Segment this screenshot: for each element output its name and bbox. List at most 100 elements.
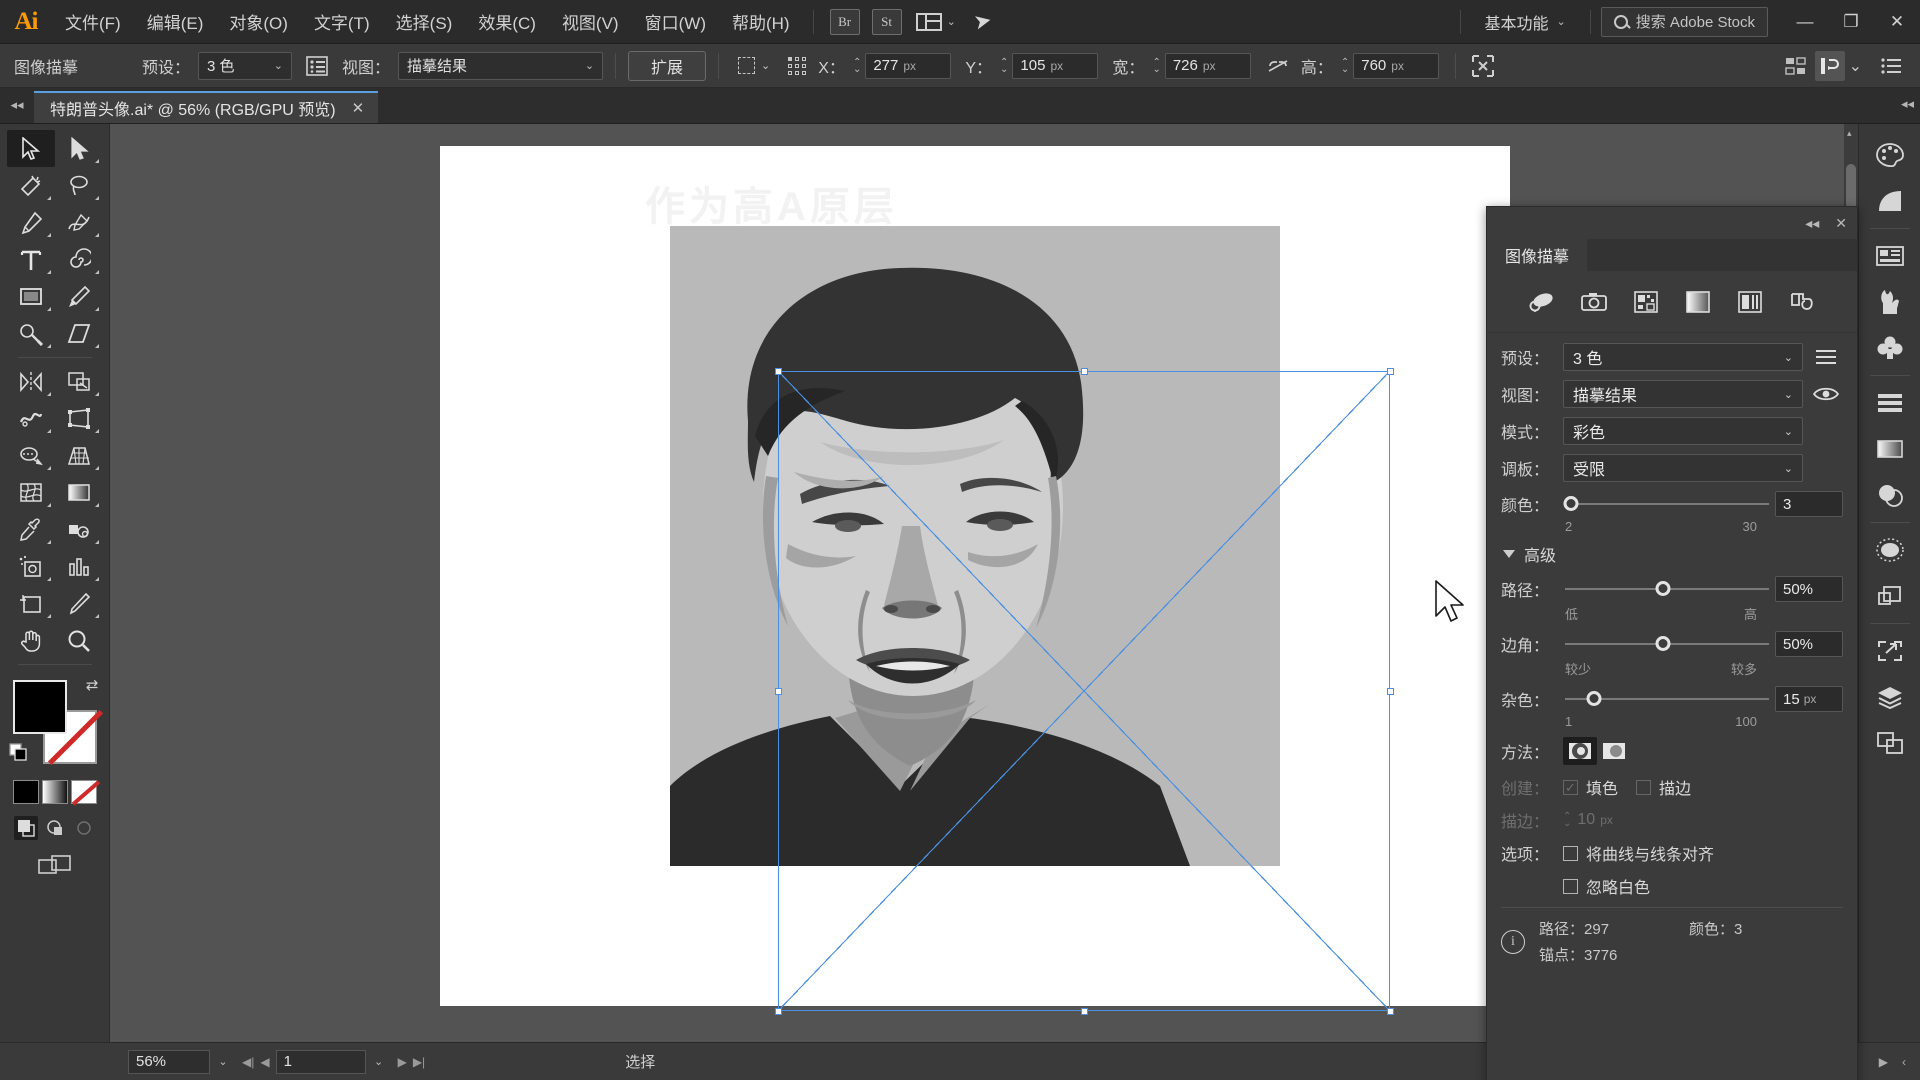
selection-handle[interactable]	[775, 368, 782, 375]
window-restore-button[interactable]: ❐	[1828, 0, 1874, 44]
status-next-icon[interactable]: ▶	[1879, 1055, 1888, 1069]
width-tool[interactable]	[7, 400, 55, 437]
search-adobe-stock[interactable]: 搜索 Adobe Stock	[1600, 6, 1768, 37]
export-panel-icon[interactable]	[1867, 628, 1913, 674]
paintbrush-tool[interactable]	[55, 278, 103, 315]
colors-slider-track[interactable]	[1563, 496, 1769, 511]
shaper-tool[interactable]	[7, 315, 55, 352]
zoom-dropdown-icon[interactable]: ⌄	[210, 1055, 236, 1068]
selection-handle[interactable]	[1387, 1008, 1394, 1015]
none-button[interactable]	[70, 780, 97, 804]
x-position-field[interactable]: X： ⌃ ⌄ 277 px	[818, 52, 952, 79]
link-proportions-icon[interactable]	[1263, 51, 1293, 81]
page-dropdown-icon[interactable]: ⌄	[366, 1055, 392, 1068]
symbols-panel-icon[interactable]	[1867, 325, 1913, 371]
control-view-select[interactable]: 描摹结果 ⌄	[398, 51, 604, 80]
auto-color-icon[interactable]	[1525, 287, 1559, 317]
grayscale-icon[interactable]	[1681, 287, 1715, 317]
panel-collapse-icon[interactable]: ◂◂	[0, 87, 34, 123]
blend-tool[interactable]	[55, 511, 103, 548]
stroke-stepper[interactable]: ⌃ ⌄	[1563, 812, 1571, 829]
zoom-tool[interactable]	[55, 622, 103, 659]
mesh-tool[interactable]	[7, 474, 55, 511]
gradient-panel-icon[interactable]	[1867, 426, 1913, 472]
outline-icon[interactable]	[1785, 287, 1819, 317]
selection-handle[interactable]	[775, 688, 782, 695]
draw-normal-icon[interactable]	[13, 816, 38, 840]
width-stepper[interactable]: ⌃ ⌄	[1152, 57, 1160, 74]
page-nav-first[interactable]: ◀|	[242, 1055, 254, 1069]
workspace-switcher[interactable]: 基本功能 ⌄	[1471, 7, 1580, 37]
create-stroke-checkbox[interactable]	[1636, 779, 1652, 795]
low-color-icon[interactable]	[1629, 287, 1663, 317]
arrange-object-icon[interactable]	[1814, 50, 1845, 81]
reflect-tool[interactable]	[7, 363, 55, 400]
y-input[interactable]: 105 px	[1012, 52, 1099, 79]
type-tool[interactable]	[7, 241, 55, 278]
artboard-tool[interactable]	[7, 585, 55, 622]
page-nav-last[interactable]: ▶|	[413, 1055, 425, 1069]
menu-file[interactable]: 文件(F)	[52, 0, 134, 44]
transparency-panel-icon[interactable]	[1867, 472, 1913, 518]
panel-collapse-icon[interactable]: ◂◂	[1805, 215, 1819, 232]
chevron-down-icon[interactable]: ⌄	[1849, 56, 1862, 76]
preset-menu-icon[interactable]	[1809, 349, 1843, 365]
transform-collapse-icon[interactable]	[1468, 51, 1498, 81]
y-position-field[interactable]: Y： ⌃ ⌄ 105 px	[965, 52, 1099, 79]
home-rocket-icon[interactable]: ➤	[971, 7, 994, 35]
paths-value-input[interactable]: 50%	[1775, 576, 1843, 602]
height-field[interactable]: 高： ⌃ ⌄ 760 px	[1301, 52, 1440, 79]
selection-tool[interactable]	[6, 130, 55, 167]
draw-behind-icon[interactable]	[43, 816, 67, 840]
artboards-panel-icon[interactable]	[1867, 720, 1913, 766]
corners-slider-track[interactable]	[1565, 636, 1769, 651]
paths-slider-track[interactable]	[1565, 581, 1769, 596]
tab-image-trace[interactable]: 图像描摹	[1487, 239, 1588, 271]
advanced-section-header[interactable]: 高级	[1503, 542, 1843, 566]
direct-selection-tool[interactable]	[55, 130, 103, 167]
arrange-documents-button[interactable]: ⌄	[908, 7, 964, 37]
menu-help[interactable]: 帮助(H)	[719, 0, 803, 44]
rectangle-tool[interactable]	[7, 278, 55, 315]
appearance-panel-icon[interactable]	[1867, 527, 1913, 573]
selection-handle[interactable]	[1387, 688, 1394, 695]
lasso-tool[interactable]	[55, 167, 103, 204]
x-input[interactable]: 277 px	[865, 52, 952, 79]
paths-slider-knob[interactable]	[1655, 581, 1671, 596]
corners-value-input[interactable]: 50%	[1775, 631, 1843, 657]
perspective-grid-tool[interactable]	[55, 437, 103, 474]
menu-window[interactable]: 窗口(W)	[632, 0, 719, 44]
selection-handle[interactable]	[775, 1008, 782, 1015]
colors-slider-knob[interactable]	[1563, 496, 1579, 511]
view-select[interactable]: 描摹结果 ⌄	[1563, 380, 1803, 408]
selection-handle[interactable]	[1387, 368, 1394, 375]
zoom-level-input[interactable]: 56%	[128, 1049, 210, 1074]
page-nav-next[interactable]: ▶	[398, 1055, 407, 1069]
properties-panel-icon[interactable]	[1867, 233, 1913, 279]
selection-handle[interactable]	[1081, 1008, 1088, 1015]
colors-value-input[interactable]: 3	[1775, 491, 1843, 517]
menu-object[interactable]: 对象(O)	[216, 0, 301, 44]
noise-slider-track[interactable]	[1565, 691, 1769, 706]
close-icon[interactable]: ✕	[352, 99, 365, 117]
document-settings-icon[interactable]	[1876, 51, 1906, 81]
symbol-sprayer-tool[interactable]	[7, 548, 55, 585]
noise-value-input[interactable]: 15 px	[1775, 686, 1843, 712]
traced-artwork[interactable]	[670, 226, 1280, 866]
menu-select[interactable]: 选择(S)	[383, 0, 466, 44]
page-number-input[interactable]: 1	[275, 1049, 366, 1074]
curvature-tool[interactable]	[55, 204, 103, 241]
y-stepper[interactable]: ⌃ ⌄	[1000, 57, 1008, 74]
status-expand-icon[interactable]: ‹	[1902, 1055, 1906, 1069]
pen-tool[interactable]	[7, 204, 55, 241]
draw-inside-icon[interactable]	[72, 816, 96, 840]
black-white-icon[interactable]	[1733, 287, 1767, 317]
swap-fill-stroke-icon[interactable]: ⇄	[86, 676, 99, 694]
eyedropper-tool[interactable]	[7, 511, 55, 548]
panel-close-icon[interactable]: ✕	[1835, 215, 1847, 232]
bridge-button[interactable]: Br	[829, 8, 860, 35]
window-close-button[interactable]: ✕	[1874, 0, 1920, 44]
magic-wand-tool[interactable]	[7, 167, 55, 204]
hand-tool[interactable]	[7, 622, 55, 659]
high-color-icon[interactable]	[1577, 287, 1611, 317]
